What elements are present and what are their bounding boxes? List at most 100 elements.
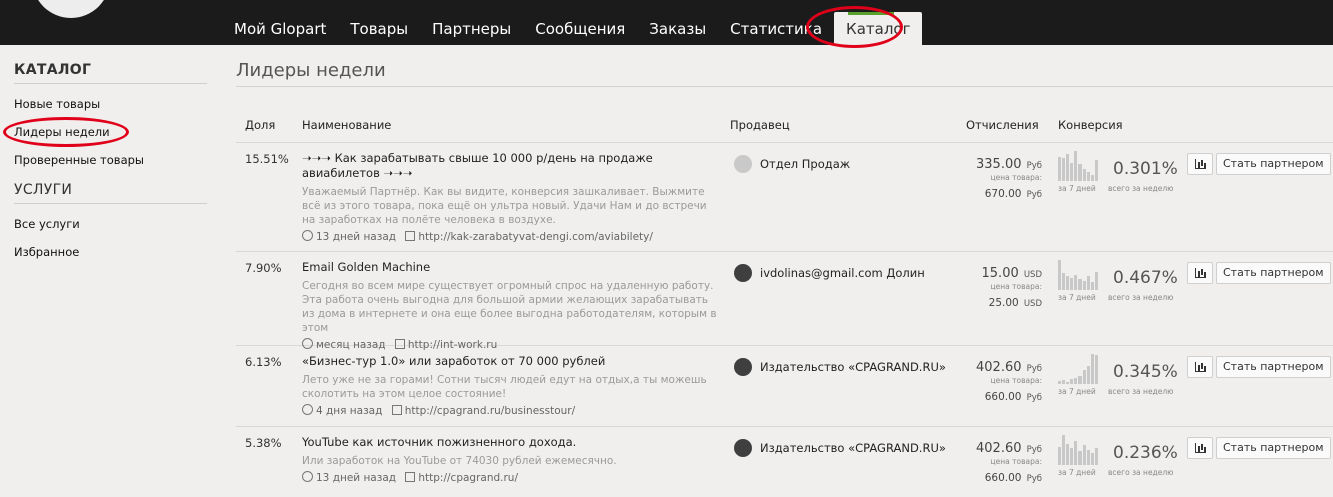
seller-avatar [734,155,752,173]
conversion-value: 0.301% [1113,159,1178,179]
stats-button[interactable] [1187,153,1213,175]
nav-partners[interactable]: Партнеры [420,12,523,45]
bars-label: за 7 дней [1058,468,1096,477]
product-description: Лето уже не за горами! Сотни тысяч людей… [302,374,707,400]
seller-cell[interactable]: Издательство «CPAGRAND.RU» [734,358,946,376]
product-meta: 13 дней назад http://kak-zarabatyvat-den… [302,230,722,243]
product-name-link[interactable]: YouTube как источник пожизненного дохода… [302,435,722,450]
product-url-link[interactable]: http://kak-zarabatyvat-dengi.com/aviabil… [418,231,653,243]
seller-name: Издательство «CPAGRAND.RU» [760,441,946,455]
clock-icon [302,404,313,415]
commission-value: 15.00 [981,266,1019,281]
commission-currency: Руб [1026,161,1042,171]
stats-button[interactable] [1187,437,1213,459]
external-link-icon [391,405,402,415]
sparkline-bar [1082,281,1086,290]
commission-value: 335.00 [976,157,1022,172]
sidebar-item-all-services[interactable]: Все услуги [14,214,207,234]
external-link-icon [405,231,416,241]
sparkline-bar [1078,451,1082,465]
sidebar-services-title: УСЛУГИ [14,180,207,204]
nav-my-glopart[interactable]: Мой Glopart [222,12,338,45]
sidebar-item-favorites[interactable]: Избранное [14,242,207,262]
sidebar-item-week-leaders[interactable]: Лидеры недели [14,122,207,142]
page-title: Лидеры недели [236,60,386,81]
become-partner-button[interactable]: Стать партнером [1216,153,1331,175]
header-seller[interactable]: Продавец [730,118,790,132]
header-commission[interactable]: Отчисления [966,118,1039,132]
conversion-cell: за 7 дней 0.467% всего за неделю [1058,260,1183,310]
stats-button[interactable] [1187,262,1213,284]
conversion-label: всего за неделю [1108,387,1174,396]
sparkline-bar [1074,441,1078,465]
conversion-cell: за 7 дней 0.345% всего за неделю [1058,354,1183,404]
sparkline-bar [1078,164,1082,181]
bars-label: за 7 дней [1058,293,1096,302]
become-partner-button[interactable]: Стать партнером [1216,437,1331,459]
product-time: 4 дня назад [316,405,383,417]
product-time: 13 дней назад [316,231,397,243]
product-url-link[interactable]: http://cpagrand.ru/businesstour/ [405,405,575,417]
sparkline-bar [1074,151,1078,181]
price-label: цена товара: [990,173,1042,182]
price-currency: USD [1023,299,1042,309]
product-name-link[interactable]: «Бизнес-тур 1.0» или заработок от 70 000… [302,354,722,369]
sparkline-bar [1062,273,1066,290]
user-avatar[interactable] [32,0,110,18]
sparkline-bar [1082,169,1086,181]
sparkline-bar [1058,260,1062,290]
sparkline-bar [1078,279,1082,290]
conversion-sparkline [1058,435,1098,465]
header-conversion[interactable]: Конверсия [1058,118,1123,132]
sparkline-bar [1066,276,1070,290]
sidebar-catalog-title: КАТАЛОГ [14,60,207,84]
external-link-icon [405,472,416,482]
sparkline-bar [1082,445,1086,465]
title-divider [236,86,1333,87]
product-name-link[interactable]: ➝➝➝ Как зарабатывать свыше 10 000 р/день… [302,151,722,181]
price-label: цена товара: [990,282,1042,291]
sparkline-bar [1086,276,1090,290]
table-row: 5.38% YouTube как источник пожизненного … [236,427,1333,497]
product-meta: 4 дня назад http://cpagrand.ru/businesst… [302,404,722,417]
sparkline-bar [1070,379,1074,384]
top-bar: Мой Glopart Товары Партнеры Сообщения За… [0,0,1333,45]
sparkline-bar [1066,444,1070,465]
commission-currency: Руб [1026,364,1042,374]
sidebar-item-verified-products[interactable]: Проверенные товары [14,150,207,170]
price-value: 660.00 [984,472,1022,484]
seller-avatar [734,358,752,376]
seller-cell[interactable]: Издательство «CPAGRAND.RU» [734,439,946,457]
sparkline-bar [1074,378,1078,384]
sparkline-bar [1074,275,1078,290]
product-url-link[interactable]: http://cpagrand.ru/ [418,472,518,484]
table-row: 15.51% ➝➝➝ Как зарабатывать свыше 10 000… [236,143,1333,252]
nav-messages[interactable]: Сообщения [523,12,637,45]
nav-catalog[interactable]: Каталог [834,12,923,45]
nav-orders[interactable]: Заказы [637,12,718,45]
product-meta: 13 дней назад http://cpagrand.ru/ [302,471,722,484]
seller-name: Отдел Продаж [760,157,851,171]
header-share[interactable]: Доля [245,118,275,132]
price-currency: Руб [1026,393,1042,403]
price-label: цена товара: [990,376,1042,385]
sparkline-bar [1094,355,1098,384]
seller-cell[interactable]: Отдел Продаж [734,155,850,173]
nav-statistics[interactable]: Статистика [718,12,834,45]
nav-products[interactable]: Товары [338,12,420,45]
product-name-link[interactable]: Email Golden Machine [302,260,722,275]
header-name[interactable]: Наименование [302,118,391,132]
sparkline-bar [1058,381,1062,384]
conversion-sparkline [1058,354,1098,384]
conversion-label: всего за неделю [1108,468,1174,477]
seller-cell[interactable]: ivdolinas@gmail.com Долин [734,264,925,282]
commission-cell: 335.00 Руб цена товара: 670.00 Руб [940,153,1042,201]
bar-chart-icon [1195,443,1206,453]
become-partner-button[interactable]: Стать партнером [1216,262,1331,284]
stats-button[interactable] [1187,356,1213,378]
conversion-value: 0.236% [1113,443,1178,463]
become-partner-button[interactable]: Стать партнером [1216,356,1331,378]
seller-avatar [734,439,752,457]
sparkline-bar [1090,354,1094,384]
sidebar-item-new-products[interactable]: Новые товары [14,94,207,114]
